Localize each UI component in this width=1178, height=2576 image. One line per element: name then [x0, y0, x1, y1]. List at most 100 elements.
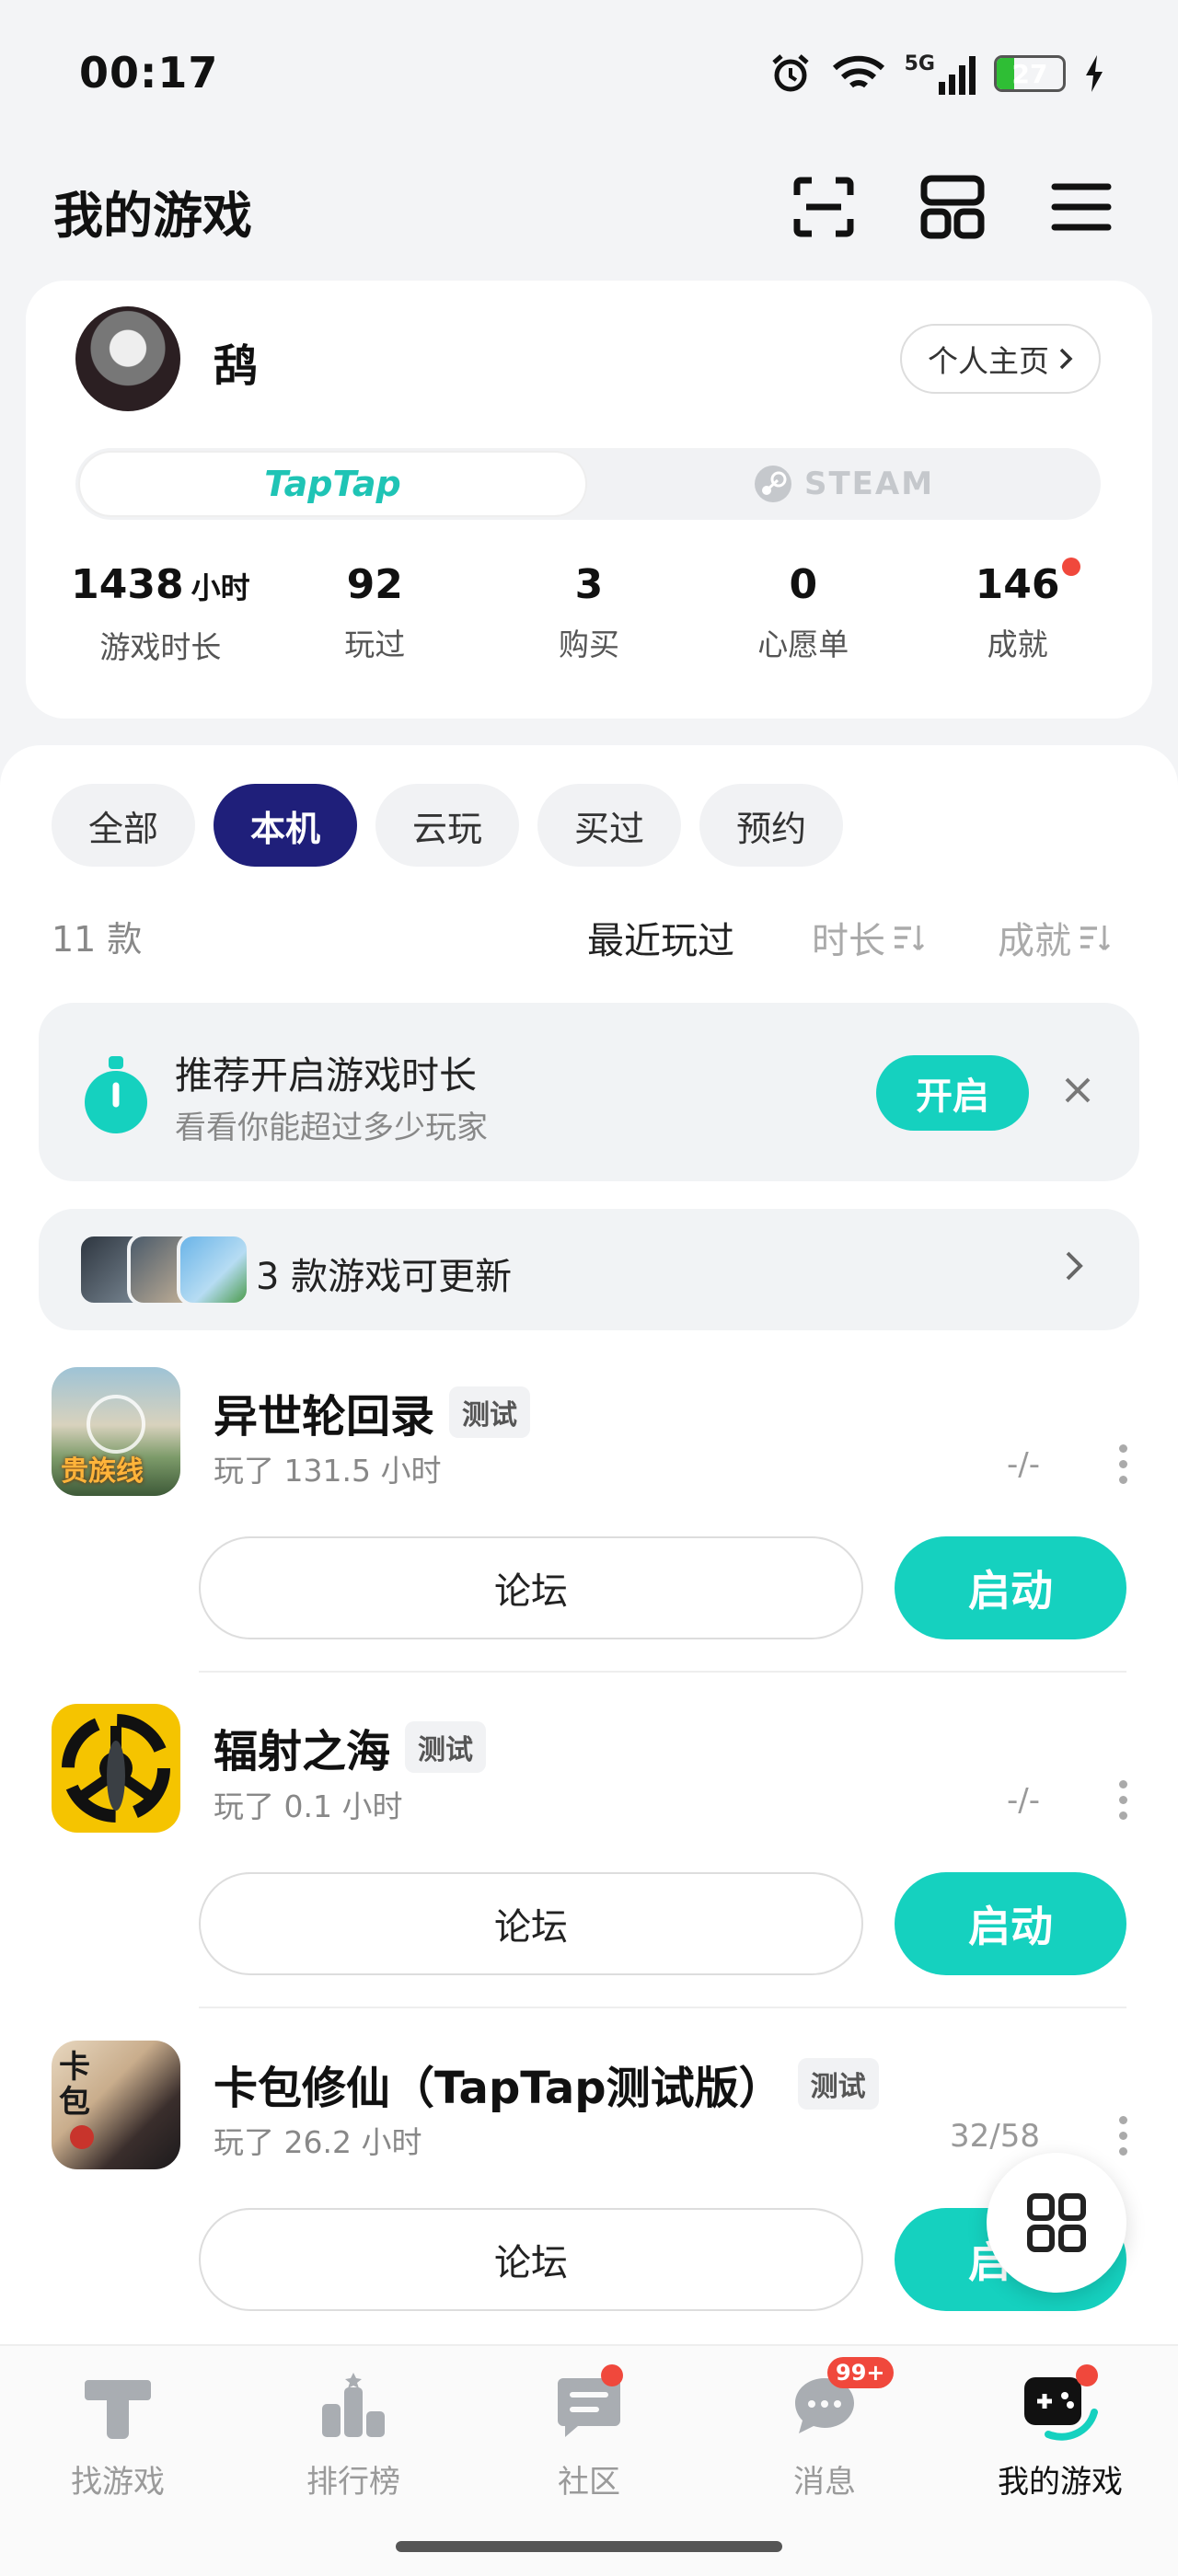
achievement-progress: 32/58	[950, 2118, 1040, 2155]
nav-label: 社区	[558, 2464, 620, 2501]
launch-button[interactable]: 启动	[895, 1872, 1126, 1975]
stat-label: 玩过	[344, 627, 406, 662]
game-icon[interactable]: 贵族线	[52, 1367, 180, 1496]
sort-icon	[1080, 926, 1110, 951]
game-count: 11 款	[52, 919, 143, 960]
achievement-progress: -/-	[1007, 1782, 1040, 1819]
notification-dot	[601, 2364, 623, 2386]
forum-button[interactable]: 论坛	[199, 2208, 863, 2311]
home-indicator	[396, 2541, 782, 2552]
nav-label: 找游戏	[71, 2464, 165, 2501]
stat-wishlist[interactable]: 0 心愿单	[696, 556, 910, 667]
divider	[199, 1671, 1126, 1673]
battery-level: 27	[1011, 58, 1048, 89]
stat-value: 3	[574, 561, 604, 608]
quick-actions-fab[interactable]	[987, 2153, 1126, 2293]
nav-item-find-game[interactable]: 找游戏	[0, 2364, 236, 2512]
forum-button[interactable]: 论坛	[199, 1536, 863, 1639]
chevron-right-icon	[1066, 1251, 1083, 1281]
nav-item-messages[interactable]: 99+ 消息	[707, 2357, 942, 2512]
sort-recent-label: 最近玩过	[587, 920, 734, 962]
nav-label: 排行榜	[306, 2464, 400, 2501]
profile-home-button[interactable]: 个人主页	[900, 324, 1101, 394]
menu-button[interactable]	[1040, 166, 1123, 248]
hamburger-menu-icon	[1051, 183, 1112, 231]
layout-toggle-button[interactable]	[911, 166, 994, 248]
nav-item-community[interactable]: 社区	[471, 2364, 707, 2512]
sort-achievement-label: 成就	[998, 920, 1071, 962]
status-time: 00:17	[79, 48, 219, 98]
divider	[199, 2007, 1126, 2008]
play-time: 玩了 26.2 小时	[214, 2124, 422, 2160]
enable-playtime-button[interactable]: 开启	[876, 1055, 1029, 1131]
biohazard-icon	[62, 1714, 170, 1823]
game-name[interactable]: 卡包修仙（TapTap测试版）	[214, 2052, 783, 2116]
platform-tab-taptap[interactable]: TapTap	[78, 451, 587, 517]
platform-steam-label: STEAM	[803, 466, 935, 502]
stat-label: 心愿单	[757, 627, 849, 662]
launch-button[interactable]: 启动	[895, 1536, 1126, 1639]
steam-icon	[754, 466, 791, 502]
stat-value: 0	[789, 561, 818, 608]
stat-value: 92	[346, 561, 403, 608]
ranking-icon	[312, 2364, 395, 2447]
notification-dot	[1061, 558, 1080, 576]
achievement-progress: -/-	[1007, 1446, 1040, 1483]
filter-chip-bought[interactable]: 买过	[537, 784, 682, 867]
banner-title: 推荐开启游戏时长	[175, 1053, 477, 1098]
filter-chip-local[interactable]: 本机	[214, 784, 358, 867]
game-icon[interactable]: 卡包	[52, 2041, 180, 2169]
filter-chip-reserved[interactable]: 预约	[699, 784, 844, 867]
nav-item-ranking[interactable]: 排行榜	[236, 2364, 471, 2512]
update-thumb	[177, 1233, 250, 1306]
chevron-right-icon	[1059, 348, 1073, 370]
battery-icon: 27	[994, 55, 1066, 92]
stat-purchased[interactable]: 3 购买	[482, 556, 697, 667]
more-options-button[interactable]	[1114, 1777, 1132, 1823]
stat-playtime[interactable]: 1438 小时 游戏时长	[53, 556, 268, 667]
message-badge: 99+	[827, 2357, 894, 2388]
signal-5g-icon: 5G	[905, 52, 976, 95]
platform-tab-steam[interactable]: STEAM	[589, 451, 1098, 517]
close-icon	[1065, 1077, 1091, 1103]
nav-item-my-games[interactable]: 我的游戏	[942, 2364, 1178, 2512]
nav-label: 消息	[793, 2464, 856, 2501]
test-tag: 测试	[449, 1386, 531, 1438]
game-icon-text: 贵族线	[61, 1455, 144, 1488]
banner-close-button[interactable]	[1055, 1067, 1101, 1113]
game-name[interactable]: 异世轮回录	[214, 1380, 434, 1444]
more-options-button[interactable]	[1114, 2112, 1132, 2158]
play-time: 玩了 131.5 小时	[214, 1453, 442, 1489]
stat-achievements[interactable]: 146 成就	[910, 556, 1125, 667]
sort-achievement[interactable]: 成就	[998, 911, 1110, 964]
game-icon[interactable]	[52, 1704, 180, 1833]
filter-chip-cloud[interactable]: 云玩	[375, 784, 520, 867]
sort-recent[interactable]: 最近玩过	[587, 911, 734, 964]
my-games-icon	[1019, 2364, 1102, 2447]
stat-value: 1438	[71, 561, 184, 608]
avatar[interactable]	[75, 306, 180, 411]
updates-text: 3 款游戏可更新	[256, 1256, 513, 1298]
notification-dot	[1076, 2364, 1098, 2386]
alarm-icon	[771, 54, 809, 92]
more-options-button[interactable]	[1114, 1441, 1132, 1487]
test-tag: 测试	[405, 1721, 487, 1773]
stats-row: 1438 小时 游戏时长 92 玩过 3 购买 0 心愿单 146 成就	[53, 556, 1125, 667]
test-tag: 测试	[797, 2058, 879, 2110]
game-name[interactable]: 辐射之海	[214, 1715, 390, 1779]
profile-home-label: 个人主页	[928, 343, 1049, 379]
stat-played[interactable]: 92 玩过	[268, 556, 482, 667]
sort-duration-label: 时长	[812, 920, 885, 962]
sort-duration[interactable]: 时长	[812, 911, 924, 964]
filter-chips: 全部 本机 云玩 买过 预约	[52, 784, 844, 867]
wifi-icon	[832, 55, 884, 88]
filter-chip-all[interactable]: 全部	[52, 784, 196, 867]
banner-subtitle: 看看你能超过多少玩家	[175, 1110, 488, 1146]
forum-button[interactable]: 论坛	[199, 1872, 863, 1975]
status-icons: 5G 27	[768, 48, 1104, 99]
scan-button[interactable]	[782, 166, 865, 248]
play-time: 玩了 0.1 小时	[214, 1788, 403, 1824]
grid-icon	[1027, 2193, 1086, 2252]
stat-value: 146	[975, 561, 1060, 608]
community-icon	[548, 2364, 630, 2447]
